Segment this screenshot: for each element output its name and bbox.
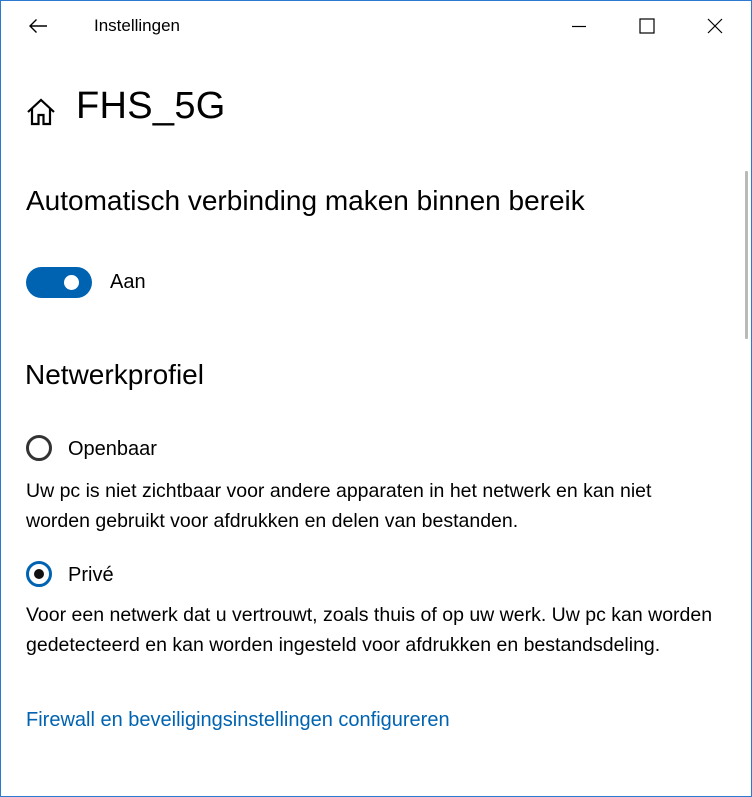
toggle-state-label: Aan [110,271,146,293]
maximize-button[interactable] [613,1,681,51]
close-button[interactable] [681,1,749,51]
private-description: Voor een netwerk dat u vertrouwt, zoals … [26,604,713,656]
back-button[interactable] [17,9,59,43]
network-profile-heading: Netwerkprofiel [25,359,204,390]
settings-window: Instellingen FHS_5G Automatisch verbindi… [0,0,752,797]
minimize-icon [572,25,586,28]
window-title: Instellingen [94,16,181,35]
public-radio[interactable] [26,435,52,461]
auto-connect-toggle[interactable] [26,267,92,298]
page-title: FHS_5G [76,85,226,127]
minimize-button[interactable] [545,1,613,51]
home-icon[interactable] [25,97,57,127]
private-radio[interactable] [26,561,52,587]
firewall-settings-link[interactable]: Firewall en beveiligingsinstellingen con… [26,709,450,732]
private-radio-label[interactable]: Privé [68,564,114,587]
back-arrow-icon [29,19,47,33]
public-radio-label[interactable]: Openbaar [68,438,157,461]
auto-connect-heading: Automatisch verbinding maken binnen bere… [26,185,585,216]
close-icon [707,18,723,34]
radio-selected-dot [34,569,44,579]
public-description: Uw pc is niet zichtbaar voor andere appa… [26,480,652,532]
toggle-knob [64,275,79,290]
maximize-icon [639,18,655,34]
scrollbar-thumb[interactable] [745,171,748,339]
title-bar: Instellingen [1,1,751,51]
